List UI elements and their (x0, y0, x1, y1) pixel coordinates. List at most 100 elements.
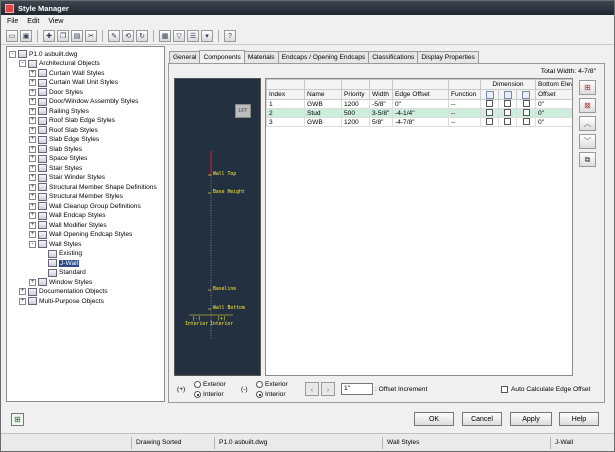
cell-edge-offset[interactable]: 0" (392, 99, 449, 109)
right-interior-option[interactable]: Interior (256, 391, 286, 398)
expand-icon[interactable]: + (29, 231, 36, 238)
dimension-checkbox[interactable] (504, 109, 511, 117)
menu-file[interactable]: File (7, 18, 18, 25)
ok-button[interactable]: OK (414, 412, 454, 426)
header-name[interactable]: Name (304, 89, 342, 100)
settings-icon[interactable]: ☰ (187, 30, 199, 42)
paste-icon[interactable]: ▤ (71, 30, 83, 42)
tree-node[interactable]: + Slab Styles (29, 144, 82, 154)
tab-components[interactable]: Components (199, 50, 245, 63)
cell-edge-offset[interactable]: -4-1/4" (392, 108, 449, 118)
collapse-icon[interactable]: - (19, 60, 26, 67)
purge-icon[interactable]: ⟲ (122, 30, 134, 42)
tab-materials[interactable]: Materials (243, 51, 279, 63)
expand-icon[interactable]: + (19, 297, 26, 305)
expand-icon[interactable]: + (29, 107, 36, 115)
tree-node[interactable]: + Door Styles (29, 87, 83, 97)
dimension-checkbox[interactable] (486, 118, 493, 126)
radio-interior-right[interactable] (256, 391, 263, 398)
cell-width[interactable]: 5/8" (369, 117, 393, 127)
expand-icon[interactable]: + (29, 126, 36, 134)
tab-general[interactable]: General (169, 51, 201, 63)
cell-index[interactable]: 3 (266, 117, 305, 127)
cell-dimension[interactable] (498, 108, 517, 118)
save-icon[interactable]: ▣ (20, 30, 32, 42)
tree-node[interactable]: - Architectural Objects (19, 59, 100, 69)
expand-icon[interactable]: + (29, 183, 36, 191)
move-down-icon[interactable]: ﹀ (579, 134, 596, 149)
cancel-button[interactable]: Cancel (462, 412, 502, 426)
offset-increment-input[interactable]: 1" (341, 383, 373, 395)
cell-function[interactable]: -- (448, 117, 481, 127)
tree-node[interactable]: + Space Styles (29, 154, 87, 164)
dimension-checkbox[interactable] (522, 100, 530, 108)
cut-icon[interactable]: ✂ (85, 30, 97, 42)
cell-dimension[interactable] (498, 99, 517, 109)
tab-display-properties[interactable]: Display Properties (417, 51, 479, 63)
cell-function[interactable]: -- (448, 108, 481, 118)
cell-dimension[interactable] (515, 99, 537, 109)
tree-node[interactable]: + Stair Winder Styles (29, 173, 105, 183)
cell-offset[interactable]: 0" (535, 117, 572, 127)
header-dim-1[interactable] (480, 89, 499, 100)
style-tree[interactable]: - P1.0 asbuilt.dwg - Architectural Objects +… (6, 46, 165, 402)
next-arrow-icon[interactable]: › (321, 382, 335, 396)
tree-toggle-icon[interactable]: ⊞ (11, 413, 24, 426)
tree-node[interactable]: + Stair Styles (29, 163, 82, 173)
expand-icon[interactable]: + (29, 174, 36, 181)
tree-node[interactable]: + Documentation Objects (19, 287, 108, 297)
copy-component-icon[interactable]: ⧉ (579, 152, 596, 167)
refresh-icon[interactable]: ↻ (136, 30, 148, 42)
tree-node[interactable]: - Wall Styles (29, 239, 81, 249)
tree-node[interactable]: + Multi-Purpose Objects (19, 296, 104, 306)
expand-icon[interactable]: + (29, 136, 36, 143)
cell-width[interactable]: -5/8" (369, 99, 393, 109)
cell-dimension[interactable] (515, 108, 537, 118)
tab-endcaps[interactable]: Endcaps / Opening Endcaps (277, 51, 370, 63)
auto-calc-option[interactable]: Auto Calculate Edge Offset (501, 386, 590, 393)
left-interior-option[interactable]: Interior (194, 391, 224, 398)
auto-calc-checkbox[interactable] (501, 386, 508, 393)
header-offset[interactable]: Offset (535, 89, 572, 100)
edit-icon[interactable]: ✎ (108, 30, 120, 42)
cell-dimension[interactable] (480, 117, 499, 127)
cell-dimension[interactable] (515, 117, 537, 127)
tree-node[interactable]: Existing (39, 249, 82, 259)
expand-icon[interactable]: + (29, 278, 36, 286)
cell-dimension[interactable] (480, 108, 499, 118)
toggle-icon[interactable]: ▾ (201, 30, 213, 42)
expand-icon[interactable]: + (29, 155, 36, 162)
cell-edge-offset[interactable]: -4-7/8" (392, 117, 449, 127)
radio-exterior-right[interactable] (256, 381, 263, 388)
menu-edit[interactable]: Edit (27, 18, 39, 25)
tab-classifications[interactable]: Classifications (368, 51, 419, 63)
cell-dimension[interactable] (498, 117, 517, 127)
table-row[interactable]: 1 GWB 1200 -5/8" 0" -- 0" (266, 99, 572, 109)
dimension-checkbox[interactable] (486, 109, 493, 117)
expand-icon[interactable]: + (29, 193, 36, 200)
move-up-icon[interactable]: ︿ (579, 116, 596, 131)
tree-node[interactable]: + Window Styles (29, 277, 92, 287)
apply-button[interactable]: Apply (510, 412, 552, 426)
dimension-checkbox[interactable] (486, 100, 493, 108)
tree-node[interactable]: + Roof Slab Styles (29, 125, 98, 135)
tree-node[interactable]: + Roof Slab Edge Styles (29, 116, 115, 126)
expand-icon[interactable]: + (29, 202, 36, 210)
table-row[interactable]: 2 Stud 500 3-5/8" -4-1/4" -- 0" (266, 108, 572, 118)
dimension-checkbox[interactable] (522, 109, 530, 117)
components-grid[interactable]: Dimension Bottom Eleva Index Name Priori… (265, 78, 573, 376)
expand-icon[interactable]: + (29, 117, 36, 124)
open-icon[interactable]: ▭ (6, 30, 18, 42)
cell-index[interactable]: 1 (266, 99, 305, 109)
cell-index[interactable]: 2 (266, 108, 305, 118)
tree-node[interactable]: + Structural Member Shape Definitions (29, 182, 157, 192)
tree-node[interactable]: + Wall Cleanup Group Definitions (29, 201, 141, 211)
collapse-icon[interactable]: - (29, 240, 36, 248)
tree-node[interactable]: + Door/Window Assembly Styles (29, 97, 138, 107)
expand-icon[interactable]: + (29, 145, 36, 153)
cell-offset[interactable]: 0" (535, 108, 572, 118)
cell-width[interactable]: 3-5/8" (369, 108, 393, 118)
tree-node[interactable]: + Wall Endcap Styles (29, 211, 106, 221)
expand-icon[interactable]: + (19, 288, 26, 295)
new-icon[interactable]: ✚ (43, 30, 55, 42)
